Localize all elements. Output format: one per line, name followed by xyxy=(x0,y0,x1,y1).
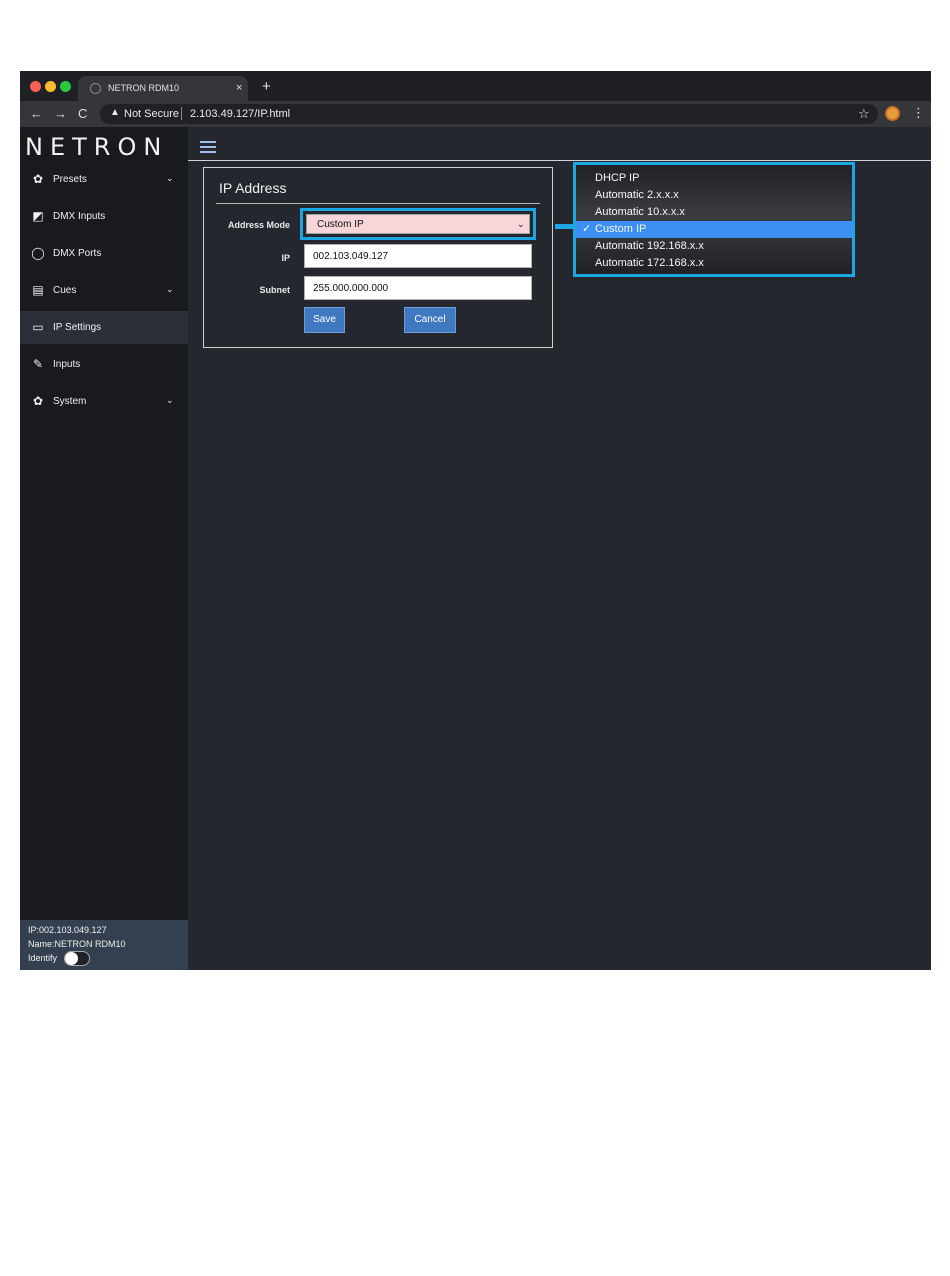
plug-icon: ✎ xyxy=(32,357,44,371)
panel-divider xyxy=(216,203,540,204)
chevron-down-icon: ⌄ xyxy=(166,284,174,294)
sidebar-item-cues[interactable]: ▤ Cues ⌄ xyxy=(20,274,188,307)
tab-title: NETRON RDM10 xyxy=(108,83,180,93)
browser-toolbar: ← → C ▲ Not Secure 2.103.49.127/IP.html … xyxy=(20,101,931,127)
power-icon: ◯ xyxy=(31,246,45,260)
tab-strip: NETRON RDM10 × + xyxy=(20,71,931,101)
dropdown-option-automatic-10[interactable]: Automatic 10.x.x.x xyxy=(576,204,852,221)
option-label: Automatic 10.x.x.x xyxy=(595,206,685,218)
ip-address-panel: IP Address Address Mode Custom IP ⌄ IP 0… xyxy=(203,167,553,348)
address-mode-highlight: Custom IP ⌄ xyxy=(300,208,536,240)
header-divider xyxy=(188,160,931,161)
film-icon: ▤ xyxy=(32,283,44,297)
new-tab-button[interactable]: + xyxy=(262,79,271,95)
close-window-button[interactable] xyxy=(30,81,41,92)
device-ip: IP:002.103.049.127 xyxy=(28,925,107,935)
sidebar-item-label: DMX Inputs xyxy=(53,211,106,222)
url-text[interactable]: 2.103.49.127/IP.html xyxy=(190,108,290,120)
sidebar-item-inputs[interactable]: ✎ Inputs xyxy=(20,348,188,381)
dropdown-option-custom-ip[interactable]: ✓ Custom IP xyxy=(576,221,852,238)
security-label[interactable]: Not Secure xyxy=(124,108,179,120)
device-info-footer: IP:002.103.049.127 Name:NETRON RDM10 Ide… xyxy=(20,920,188,970)
toggle-knob xyxy=(65,952,78,965)
sidebar-item-label: Cues xyxy=(53,285,77,296)
sidebar-item-system[interactable]: ✿ System ⌄ xyxy=(20,385,188,418)
sidebar-item-label: DMX Ports xyxy=(53,248,102,259)
sidebar: NETRON ✿ Presets ⌄ ◩ DMX Inputs ◯ DMX Po… xyxy=(20,127,188,970)
checkmark-icon: ✓ xyxy=(582,223,592,235)
address-mode-dropdown: DHCP IP Automatic 2.x.x.x Automatic 10.x… xyxy=(573,162,855,277)
sidebar-item-ip-settings[interactable]: ▭ IP Settings xyxy=(20,311,188,344)
sidebar-item-dmx-inputs[interactable]: ◩ DMX Inputs xyxy=(20,200,188,233)
sidebar-item-label: IP Settings xyxy=(53,322,102,333)
option-label: Automatic 192.168.x.x xyxy=(595,240,704,252)
dropdown-option-automatic-172[interactable]: Automatic 172.168.x.x xyxy=(576,255,852,272)
option-label: Automatic 2.x.x.x xyxy=(595,189,679,201)
sidebar-item-label: System xyxy=(53,396,87,407)
warning-icon[interactable]: ▲ xyxy=(110,107,120,118)
identify-label: Identify xyxy=(28,953,58,963)
favicon-icon xyxy=(90,83,101,94)
sidebar-item-label: Inputs xyxy=(53,359,81,370)
ip-input[interactable]: 002.103.049.127 xyxy=(304,244,532,268)
option-label: Automatic 172.168.x.x xyxy=(595,257,704,269)
chevron-down-icon: ⌄ xyxy=(166,395,174,405)
ip-label: IP xyxy=(281,253,290,263)
address-mode-value: Custom IP xyxy=(317,219,364,230)
image-icon: ◩ xyxy=(32,209,44,223)
subnet-input-value: 255.000.000.000 xyxy=(313,283,389,294)
forward-arrow-icon[interactable]: → xyxy=(54,106,67,122)
maximize-window-button[interactable] xyxy=(60,81,71,92)
address-mode-label: Address Mode xyxy=(227,220,290,230)
callout-connector xyxy=(555,224,575,229)
gear-icon: ✿ xyxy=(32,394,44,408)
device-name: Name:NETRON RDM10 xyxy=(28,939,126,949)
sidebar-item-label: Presets xyxy=(53,174,87,185)
save-button[interactable]: Save xyxy=(304,307,345,333)
dropdown-option-automatic-192[interactable]: Automatic 192.168.x.x xyxy=(576,238,852,255)
back-arrow-icon[interactable]: ← xyxy=(30,106,43,122)
cancel-button[interactable]: Cancel xyxy=(404,307,456,333)
option-label: Custom IP xyxy=(595,223,647,235)
reload-icon[interactable]: C xyxy=(78,106,87,122)
url-separator xyxy=(181,107,182,120)
browser-tab[interactable]: NETRON RDM10 × xyxy=(78,76,248,101)
tab-close-icon[interactable]: × xyxy=(236,81,242,95)
netron-logo: NETRON xyxy=(25,133,169,161)
subnet-input[interactable]: 255.000.000.000 xyxy=(304,276,532,300)
bookmark-star-icon[interactable]: ☆ xyxy=(858,106,870,122)
minimize-window-button[interactable] xyxy=(45,81,56,92)
panel-title: IP Address xyxy=(219,180,287,196)
laptop-icon: ▭ xyxy=(32,320,44,334)
page-content: NETRON ✿ Presets ⌄ ◩ DMX Inputs ◯ DMX Po… xyxy=(20,127,931,970)
address-bar[interactable]: ▲ Not Secure 2.103.49.127/IP.html ☆ xyxy=(100,104,878,124)
browser-window: NETRON RDM10 × + ← → C ▲ Not Secure 2.10… xyxy=(20,71,931,970)
gear-icon: ✿ xyxy=(32,172,44,186)
cancel-button-label: Cancel xyxy=(414,314,446,325)
address-mode-select[interactable]: Custom IP ⌄ xyxy=(306,214,530,234)
browser-menu-icon[interactable]: ⋮ xyxy=(912,105,925,121)
dropdown-option-dhcp[interactable]: DHCP IP xyxy=(576,170,852,187)
save-button-label: Save xyxy=(313,314,336,325)
sidebar-item-dmx-ports[interactable]: ◯ DMX Ports xyxy=(20,237,188,270)
option-label: DHCP IP xyxy=(595,172,640,184)
chevron-down-icon: ⌄ xyxy=(517,219,525,229)
chevron-down-icon: ⌄ xyxy=(166,173,174,183)
dropdown-option-automatic-2[interactable]: Automatic 2.x.x.x xyxy=(576,187,852,204)
ip-input-value: 002.103.049.127 xyxy=(313,251,389,262)
sidebar-item-presets[interactable]: ✿ Presets ⌄ xyxy=(20,163,188,196)
identify-toggle[interactable] xyxy=(64,951,90,966)
subnet-label: Subnet xyxy=(259,285,291,295)
profile-avatar[interactable] xyxy=(885,106,900,121)
hamburger-menu-icon[interactable] xyxy=(200,141,216,154)
